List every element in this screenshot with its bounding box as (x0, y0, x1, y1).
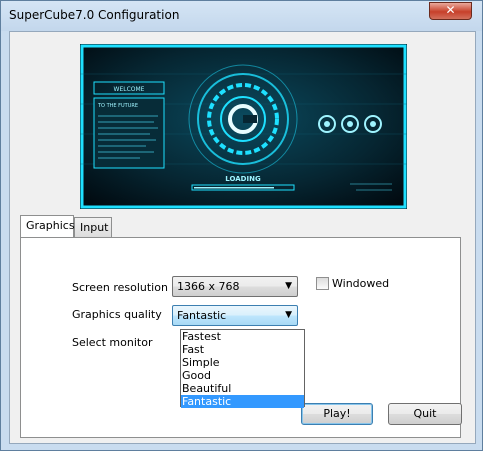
windowed-label: Windowed (332, 277, 390, 290)
screen-resolution-select[interactable]: 1366 x 768 ▼ (172, 276, 298, 297)
windowed-checkbox[interactable] (316, 277, 329, 290)
config-window: SuperCube7.0 Configuration ✕ WELCOME TO … (0, 0, 483, 451)
close-button[interactable]: ✕ (429, 2, 472, 20)
screen-resolution-value: 1366 x 768 (177, 280, 240, 293)
chevron-down-icon: ▼ (285, 281, 292, 291)
window-title: SuperCube7.0 Configuration (9, 8, 180, 22)
tab-graphics-label: Graphics (26, 219, 75, 232)
title-bar[interactable]: SuperCube7.0 Configuration ✕ (1, 1, 482, 31)
graphics-quality-label: Graphics quality (72, 308, 162, 321)
play-button[interactable]: Play! (301, 403, 373, 425)
banner-loading-text: LOADING (225, 175, 261, 183)
quit-button[interactable]: Quit (388, 403, 462, 425)
graphics-quality-select[interactable]: Fantastic ▼ (172, 305, 298, 326)
close-icon: ✕ (445, 3, 456, 17)
quality-option-beautiful[interactable]: Beautiful (181, 382, 304, 395)
client-area: WELCOME TO THE FUTURE LOADING Graphics I… (9, 31, 476, 444)
banner-artwork: WELCOME TO THE FUTURE LOADING (80, 44, 407, 209)
screen-resolution-label: Screen resolution (72, 281, 168, 294)
banner-subtitle-text: TO THE FUTURE (97, 103, 138, 109)
tab-input-label: Input (80, 221, 109, 234)
tab-graphics[interactable]: Graphics (20, 215, 75, 237)
banner-welcome-text: WELCOME (114, 86, 145, 93)
select-monitor-label: Select monitor (72, 336, 153, 349)
quality-option-fastest[interactable]: Fastest (181, 330, 304, 343)
tab-input[interactable]: Input (74, 217, 112, 237)
graphics-quality-value: Fantastic (177, 309, 227, 322)
quality-option-good[interactable]: Good (181, 369, 304, 382)
splash-banner-image: WELCOME TO THE FUTURE LOADING (80, 44, 407, 209)
chevron-down-icon: ▼ (285, 310, 292, 320)
quality-option-fantastic[interactable]: Fantastic (181, 395, 304, 408)
quality-option-fast[interactable]: Fast (181, 343, 304, 356)
graphics-quality-dropdown-list: Fastest Fast Simple Good Beautiful Fanta… (180, 329, 305, 408)
quality-option-simple[interactable]: Simple (181, 356, 304, 369)
